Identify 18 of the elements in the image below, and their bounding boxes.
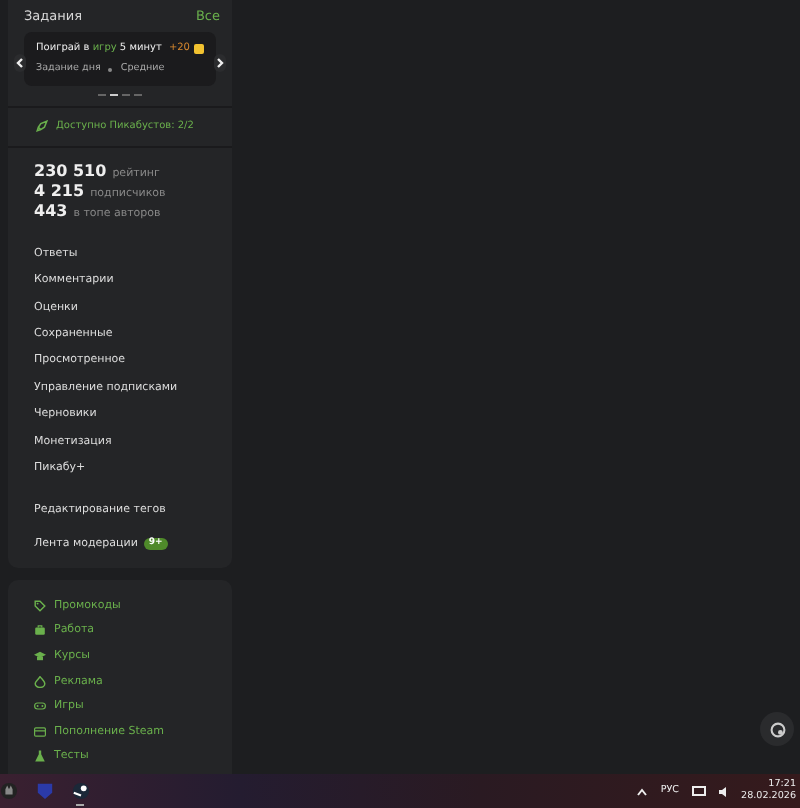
coin-icon bbox=[194, 43, 204, 53]
wallet-icon bbox=[34, 725, 46, 738]
briefcase-icon bbox=[34, 624, 46, 637]
steam-icon[interactable] bbox=[71, 782, 89, 800]
next-button[interactable] bbox=[214, 54, 226, 72]
stat-value: 443 bbox=[34, 202, 68, 221]
palette-icon[interactable] bbox=[769, 721, 785, 737]
speaker-icon[interactable] bbox=[717, 785, 730, 797]
tag-icon bbox=[34, 599, 46, 612]
previous-button[interactable] bbox=[14, 54, 26, 72]
gamepad-icon bbox=[34, 700, 46, 713]
graduation-cap-icon bbox=[34, 649, 46, 662]
monitor-icon[interactable] bbox=[691, 785, 706, 797]
stat-value: 4 215 bbox=[34, 182, 85, 201]
stat-value: 230 510 bbox=[34, 162, 107, 181]
chevron-up-icon[interactable] bbox=[636, 787, 649, 795]
flask-icon bbox=[34, 750, 46, 763]
separator-dot bbox=[108, 67, 113, 71]
